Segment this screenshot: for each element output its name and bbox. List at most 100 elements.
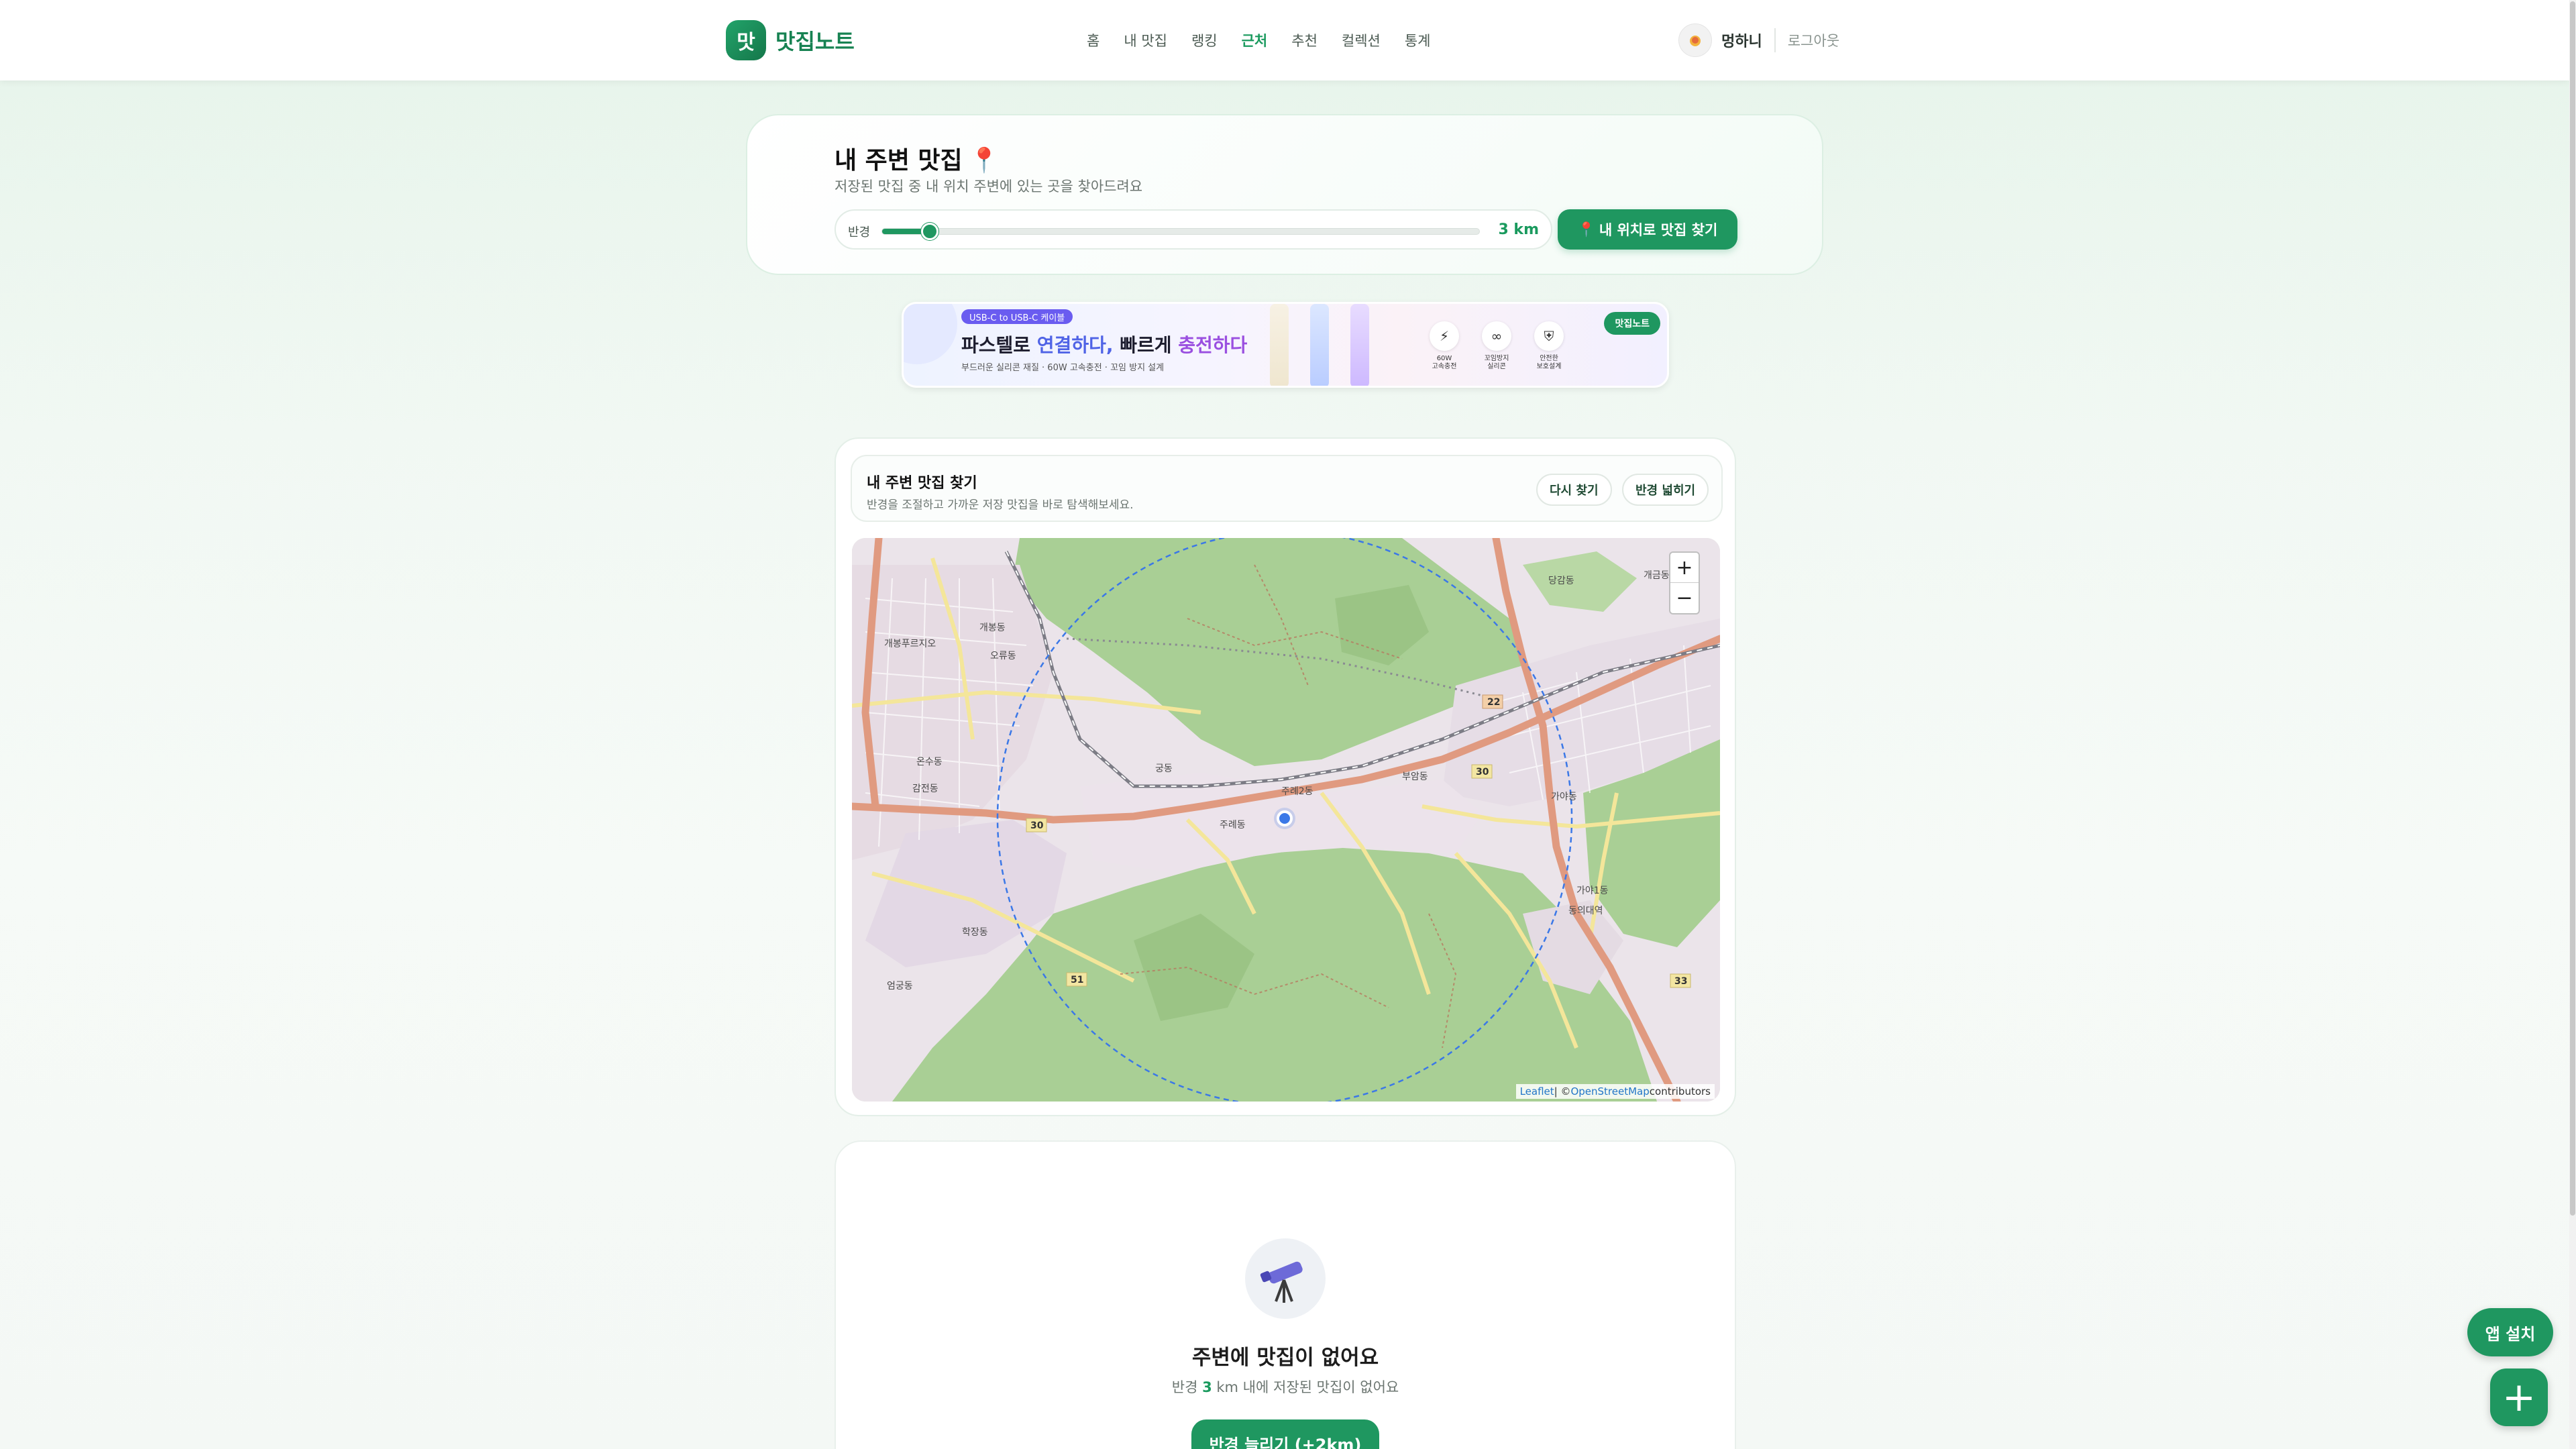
ad-feature: ∞ 꼬임방지 실리콘 [1470, 321, 1523, 371]
road-shield: 51 [1071, 975, 1083, 985]
logo[interactable]: 맛 맛집노트 [726, 20, 855, 60]
ad-headline: 파스텔로 연결하다, 빠르게 충전하다 [961, 331, 1247, 358]
widen-radius-button[interactable]: 반경 넓히기 [1622, 474, 1709, 506]
user-menu: 멍하니 로그아웃 [1678, 23, 1839, 58]
attribution-sep: | © [1554, 1085, 1571, 1097]
ad-feature-label: 꼬임방지 실리콘 [1470, 355, 1523, 371]
map-card-header: 내 주변 맛집 찾기 반경을 조절하고 가까운 저장 맛집을 바로 탐색해보세요… [851, 455, 1723, 522]
top-navbar: 맛 맛집노트 홈 내 맛집 랭킹 근처 추천 컬렉션 통계 멍하니 로그아웃 [0, 0, 2569, 80]
map-label: 부암동 [1402, 771, 1428, 782]
map-label: 가야동 [1551, 792, 1577, 802]
ad-headline-prefix: 파스텔로 [961, 334, 1037, 356]
map-label: 엄궁동 [887, 981, 913, 991]
ad-feature-line: 보호설계 [1536, 363, 1562, 370]
page-title-text: 내 주변 맛집 [835, 147, 963, 174]
map-card-subtitle: 반경을 조절하고 가까운 저장 맛집을 바로 탐색해보세요. [867, 498, 1134, 512]
radius-value: 3 km [1498, 221, 1539, 238]
telescope-icon [1245, 1238, 1326, 1319]
ad-feature-line: 꼬임방지 [1484, 355, 1509, 362]
empty-sub-prefix: 반경 [1171, 1379, 1203, 1395]
user-name[interactable]: 멍하니 [1721, 30, 1762, 51]
ad-subline: 부드러운 실리콘 재질 · 60W 고속충전 · 꼬임 방지 설계 [961, 363, 1165, 373]
logout-link[interactable]: 로그아웃 [1788, 30, 1839, 50]
page-subtitle: 저장된 맛집 중 내 위치 주변에 있는 곳을 찾아드려요 [835, 178, 1143, 195]
logo-badge: 맛 [726, 20, 766, 60]
empty-sub-suffix: km 내에 저장된 맛집이 없어요 [1212, 1379, 1399, 1395]
ad-decor [904, 304, 957, 364]
map-view[interactable]: 22 30 30 51 33 개봉동 개봉푸르지오 오류동 온수동 주례동 궁동… [852, 538, 1720, 1102]
nav-recommend[interactable]: 추천 [1291, 30, 1318, 50]
nearby-header-card: 내 주변 맛집 📍 저장된 맛집 중 내 위치 주변에 있는 곳을 찾아드려요 반… [746, 114, 1823, 275]
shield-icon: ⛨ [1534, 321, 1564, 351]
cable-image [1310, 304, 1329, 386]
ad-feature: ⛨ 안전한 보호설계 [1522, 321, 1576, 371]
map-card-title: 내 주변 맛집 찾기 [867, 475, 977, 492]
nav-collection[interactable]: 컬렉션 [1342, 30, 1381, 50]
road-shield: 30 [1476, 767, 1489, 777]
ad-feature-line: 실리콘 [1487, 363, 1506, 370]
radius-slider[interactable] [881, 223, 1480, 240]
cable-image [1270, 304, 1289, 386]
ad-feature-label: 60W 고속충전 [1417, 355, 1471, 371]
zoom-in-button[interactable]: + [1670, 553, 1699, 583]
map-label: 동의대역 [1568, 906, 1603, 916]
bolt-icon: ⚡ [1430, 321, 1459, 351]
radius-control: 반경 3 km [835, 209, 1552, 250]
empty-state-card: 주변에 맛집이 없어요 반경 3 km 내에 저장된 맛집이 없어요 반경 늘리… [835, 1140, 1736, 1449]
map-label: 궁동 [1155, 763, 1173, 774]
map-label: 오류동 [990, 651, 1016, 661]
nav-my-places[interactable]: 내 맛집 [1124, 30, 1167, 50]
location-pin-icon: 📍 [1577, 221, 1595, 237]
infinity-icon: ∞ [1482, 321, 1511, 351]
page-title: 내 주변 맛집 📍 [835, 141, 1000, 176]
radius-slider-handle[interactable] [921, 223, 939, 240]
ad-headline-purple: 충전하다 [1178, 334, 1248, 356]
map-tiles[interactable]: 22 30 30 51 33 개봉동 개봉푸르지오 오류동 온수동 주례동 궁동… [852, 538, 1720, 1102]
road-shield: 33 [1674, 976, 1687, 987]
zoom-out-button[interactable]: − [1670, 583, 1699, 613]
ad-feature-label: 안전한 보호설계 [1522, 355, 1576, 371]
map-label: 주례동 [1220, 820, 1246, 830]
ad-banner[interactable]: USB-C to USB-C 케이블 파스텔로 연결하다, 빠르게 충전하다 부… [902, 302, 1669, 388]
logo-text: 맛집노트 [775, 29, 855, 54]
ad-feature-line: 안전한 [1540, 355, 1558, 362]
map-label: 당감동 [1548, 576, 1574, 586]
telescope-svg [1260, 1261, 1303, 1303]
empty-sub-value: 3 [1202, 1379, 1212, 1395]
find-button-label: 내 위치로 맛집 찾기 [1599, 222, 1718, 238]
nav-nearby[interactable]: 근처 [1242, 30, 1268, 50]
osm-link[interactable]: OpenStreetMap [1570, 1085, 1649, 1097]
ad-feature: ⚡ 60W 고속충전 [1417, 321, 1471, 371]
zoom-control: + − [1669, 551, 1700, 614]
radius-label: 반경 [848, 225, 871, 239]
cable-image [1350, 304, 1369, 386]
map-label: 가야1동 [1576, 885, 1609, 896]
increase-radius-button[interactable]: 반경 늘리기 (+2km) [1191, 1419, 1379, 1449]
find-by-location-button[interactable]: 📍 내 위치로 맛집 찾기 [1558, 209, 1737, 250]
refresh-search-button[interactable]: 다시 찾기 [1536, 474, 1612, 506]
ad-headline-blue: 연결하다, [1036, 334, 1114, 356]
empty-subtitle: 반경 3 km 내에 저장된 맛집이 없어요 [836, 1377, 1735, 1397]
map-label: 감전동 [912, 784, 938, 794]
road-shield: 30 [1030, 820, 1044, 831]
scrollbar-thumb[interactable] [2570, 1, 2575, 1216]
ad-tag: USB-C to USB-C 케이블 [961, 309, 1073, 324]
map-label: 온수동 [916, 757, 943, 767]
install-app-button[interactable]: 앱 설치 [2467, 1308, 2553, 1356]
road-shield: 22 [1487, 697, 1500, 708]
empty-title: 주변에 맛집이 없어요 [1191, 1346, 1379, 1370]
nav-home[interactable]: 홈 [1087, 30, 1099, 50]
avatar-icon [1690, 36, 1701, 46]
divider [1774, 28, 1776, 52]
add-place-fab[interactable]: + [2490, 1368, 2548, 1426]
map-label: 개금동 [1644, 570, 1670, 581]
main-nav: 홈 내 맛집 랭킹 근처 추천 컬렉션 통계 [1087, 27, 1455, 54]
nav-stats[interactable]: 통계 [1405, 30, 1431, 50]
map-label: 학장동 [962, 927, 988, 938]
leaflet-link[interactable]: Leaflet [1520, 1085, 1554, 1097]
avatar[interactable] [1678, 23, 1712, 57]
map-card: 내 주변 맛집 찾기 반경을 조절하고 가까운 저장 맛집을 바로 탐색해보세요… [835, 437, 1736, 1116]
map-label: 개봉동 [979, 623, 1006, 633]
ad-feature-line: 고속충전 [1432, 363, 1457, 370]
nav-ranking[interactable]: 랭킹 [1191, 30, 1218, 50]
